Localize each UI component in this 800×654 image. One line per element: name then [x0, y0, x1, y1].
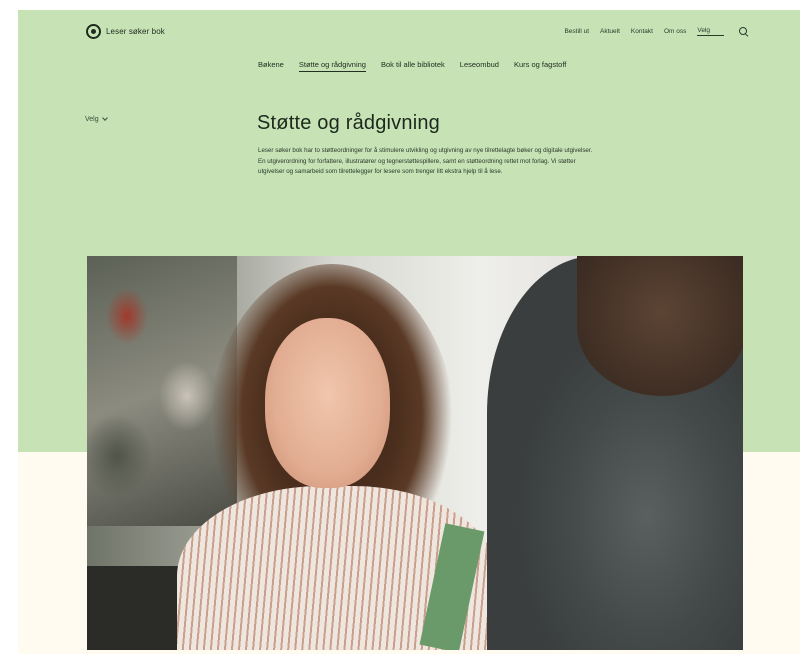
nav-item-kurs-og-fagstoff[interactable]: Kurs og fagstoff	[514, 60, 566, 72]
chevron-down-icon	[101, 115, 108, 121]
nav-item-bok-til-alle-bibliotek[interactable]: Bok til alle bibliotek	[381, 60, 445, 72]
logo-icon	[86, 24, 101, 39]
util-link-kontakt[interactable]: Kontakt	[631, 28, 653, 35]
main-nav: Bøkene Støtte og rådgivning Bok til alle…	[258, 60, 566, 72]
util-link-om-oss[interactable]: Om oss	[664, 28, 686, 35]
util-link-aktuelt[interactable]: Aktuelt	[600, 28, 620, 35]
util-link-bestill[interactable]: Bestill ut	[564, 28, 589, 35]
side-select-label: Velg	[85, 116, 99, 123]
page-wrapper: Leser søker bok Bestill ut Aktuelt Konta…	[18, 10, 800, 654]
logo-text: Leser søker bok	[106, 27, 165, 36]
hero-image	[87, 256, 743, 650]
utility-nav: Bestill ut Aktuelt Kontakt Om oss Velg	[564, 27, 748, 36]
nav-item-bokene[interactable]: Bøkene	[258, 60, 284, 72]
nav-item-leseombud[interactable]: Leseombud	[460, 60, 499, 72]
woman-face	[265, 318, 390, 488]
search-icon[interactable]	[739, 27, 748, 36]
language-select[interactable]: Velg	[697, 27, 724, 36]
page-title: Støtte og rådgivning	[257, 112, 440, 134]
site-logo[interactable]: Leser søker bok	[86, 24, 165, 39]
other-person-head	[577, 256, 743, 396]
intro-text: Leser søker bok har to støtteordninger f…	[258, 147, 593, 176]
nav-item-stotte-og-radgivning[interactable]: Støtte og rådgivning	[298, 60, 366, 72]
side-select[interactable]: Velg	[85, 115, 108, 123]
